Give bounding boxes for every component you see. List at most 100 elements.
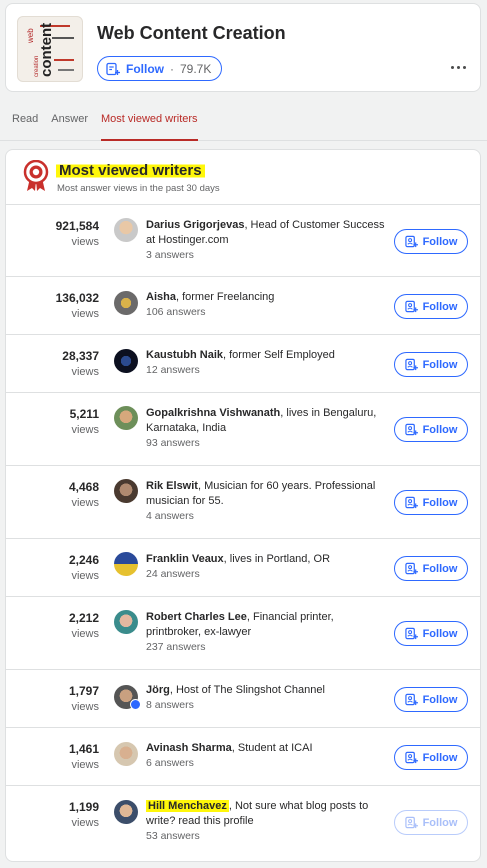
avatar[interactable] — [114, 479, 138, 503]
writer-name[interactable]: Jörg — [146, 684, 170, 696]
follow-person-icon — [404, 423, 418, 436]
avatar[interactable] — [114, 800, 138, 824]
view-count: 5,211 — [69, 407, 99, 421]
follow-person-icon — [404, 627, 418, 640]
answer-count[interactable]: 12 answers — [146, 363, 386, 378]
writer-info: Hill Menchavez, Not sure what blog posts… — [146, 799, 386, 844]
writer-name[interactable]: Rik Elswit — [146, 480, 198, 492]
writer-info: Aisha, former Freelancing 106 answers — [146, 290, 386, 320]
follow-label: Follow — [422, 816, 458, 829]
follow-writer-button[interactable]: Follow — [394, 687, 468, 712]
views-label: views — [71, 236, 99, 248]
avatar[interactable] — [114, 291, 138, 315]
writers-section-header: Most viewed writers Most answer views in… — [6, 150, 480, 205]
writer-name[interactable]: Hill Menchavez — [146, 800, 229, 812]
follow-writer-button[interactable]: Follow — [394, 229, 468, 254]
topic-image-word-content: content — [38, 22, 55, 77]
writer-name[interactable]: Gopalkrishna Vishwanath — [146, 407, 280, 419]
most-viewed-writers-card: Most viewed writers Most answer views in… — [5, 149, 481, 862]
writers-list: 921,584 views Darius Grigorjevas, Head of … — [6, 205, 480, 858]
follow-writer-button[interactable]: Follow — [394, 352, 468, 377]
writer-name[interactable]: Avinash Sharma — [146, 742, 232, 754]
topic-image[interactable]: content web creation — [17, 16, 83, 82]
writer-row: 136,032 views Aisha, former Freelancing 106… — [6, 277, 480, 335]
avatar[interactable] — [114, 406, 138, 430]
follow-writer-button[interactable]: Follow — [394, 417, 468, 442]
more-options-icon[interactable] — [448, 56, 468, 78]
views-label: views — [71, 570, 99, 582]
follow-person-icon — [404, 300, 418, 313]
writer-name[interactable]: Robert Charles Lee — [146, 611, 247, 623]
view-count: 1,199 — [68, 800, 99, 814]
writer-row: 1,461 views Avinash Sharma, Student at ICA… — [6, 728, 480, 786]
view-count: 4,468 — [68, 480, 99, 494]
writer-info: Gopalkrishna Vishwanath, lives in Bengal… — [146, 406, 386, 451]
avatar[interactable] — [114, 349, 138, 373]
follow-person-icon — [404, 235, 418, 248]
avatar[interactable] — [114, 742, 138, 766]
follow-writer-button[interactable]: Follow — [394, 556, 468, 581]
answer-count[interactable]: 4 answers — [146, 509, 386, 524]
follow-topic-button[interactable]: Follow · 79.7K — [97, 56, 223, 81]
avatar[interactable] — [114, 552, 138, 576]
answer-count[interactable]: 3 answers — [146, 248, 386, 263]
topic-header-card: content web creation Web Content Creatio… — [5, 3, 481, 92]
follow-label: Follow — [422, 751, 458, 764]
writer-row: 1,797 views Jörg, Host of The Slingshot Ch… — [6, 670, 480, 728]
writer-row: 921,584 views Darius Grigorjevas, Head of … — [6, 205, 480, 277]
follow-label: Follow — [422, 627, 458, 640]
follow-label: Follow — [422, 562, 458, 575]
avatar[interactable] — [114, 610, 138, 634]
tab-most-viewed-writers[interactable]: Most viewed writers — [100, 113, 198, 141]
answer-count[interactable]: 93 answers — [146, 436, 386, 451]
writer-name[interactable]: Kaustubh Naik — [146, 349, 223, 361]
award-badge-icon — [23, 160, 49, 191]
tab-read[interactable]: Read — [12, 113, 38, 141]
writer-credential: , Student at ICAI — [231, 742, 313, 754]
writer-row: 5,211 views Gopalkrishna Vishwanath, lives… — [6, 393, 480, 466]
follow-writer-button[interactable]: Follow — [394, 621, 468, 646]
answer-count[interactable]: 8 answers — [146, 698, 386, 713]
follow-person-icon — [404, 816, 418, 829]
views-label: views — [71, 817, 99, 829]
views-label: views — [71, 628, 99, 640]
topic-tabs: Read Answer Most viewed writers — [12, 113, 211, 141]
views-label: views — [71, 497, 99, 509]
follow-writer-button[interactable]: Follow — [394, 490, 468, 515]
topic-image-word-web: web — [26, 28, 35, 43]
writer-credential: , former Freelancing — [175, 291, 275, 303]
topic-title: Web Content Creation — [97, 23, 286, 43]
verified-badge-icon — [130, 699, 141, 710]
views-label: views — [71, 308, 99, 320]
image-decor — [58, 69, 74, 71]
image-decor — [54, 59, 74, 61]
follow-label: Follow — [126, 61, 164, 76]
tab-answer[interactable]: Answer — [51, 113, 88, 141]
answer-count[interactable]: 106 answers — [146, 305, 386, 320]
views-label: views — [71, 366, 99, 378]
answer-count[interactable]: 24 answers — [146, 567, 386, 582]
writer-info: Rik Elswit, Musician for 60 years. Profe… — [146, 479, 386, 524]
answer-count[interactable]: 6 answers — [146, 756, 386, 771]
follow-writer-button[interactable]: Follow — [394, 745, 468, 770]
writer-row: 28,337 views Kaustubh Naik, former Self Em… — [6, 335, 480, 393]
follow-writer-button[interactable]: Follow — [394, 810, 468, 835]
writer-row: 2,212 views Robert Charles Lee, Financial … — [6, 597, 480, 670]
avatar[interactable] — [114, 218, 138, 242]
writer-info: Jörg, Host of The Slingshot Channel 8 ans… — [146, 683, 386, 713]
follow-label: Follow — [422, 300, 458, 313]
answer-count[interactable]: 237 answers — [146, 640, 386, 655]
writer-credential: , Host of The Slingshot Channel — [169, 684, 325, 696]
section-subtitle: Most answer views in the past 30 days — [57, 183, 220, 194]
writer-name[interactable]: Darius Grigorjevas — [146, 219, 244, 231]
follow-person-icon — [404, 562, 418, 575]
writer-name[interactable]: Franklin Veaux — [146, 553, 224, 565]
writer-name[interactable]: Aisha — [146, 291, 176, 303]
follow-label: Follow — [422, 423, 458, 436]
writer-credential: , former Self Employed — [223, 349, 335, 361]
writer-row: 2,246 views Franklin Veaux, lives in Portl… — [6, 539, 480, 597]
follow-label: Follow — [422, 693, 458, 706]
follow-writer-button[interactable]: Follow — [394, 294, 468, 319]
follow-person-icon — [404, 751, 418, 764]
answer-count[interactable]: 53 answers — [146, 829, 386, 844]
